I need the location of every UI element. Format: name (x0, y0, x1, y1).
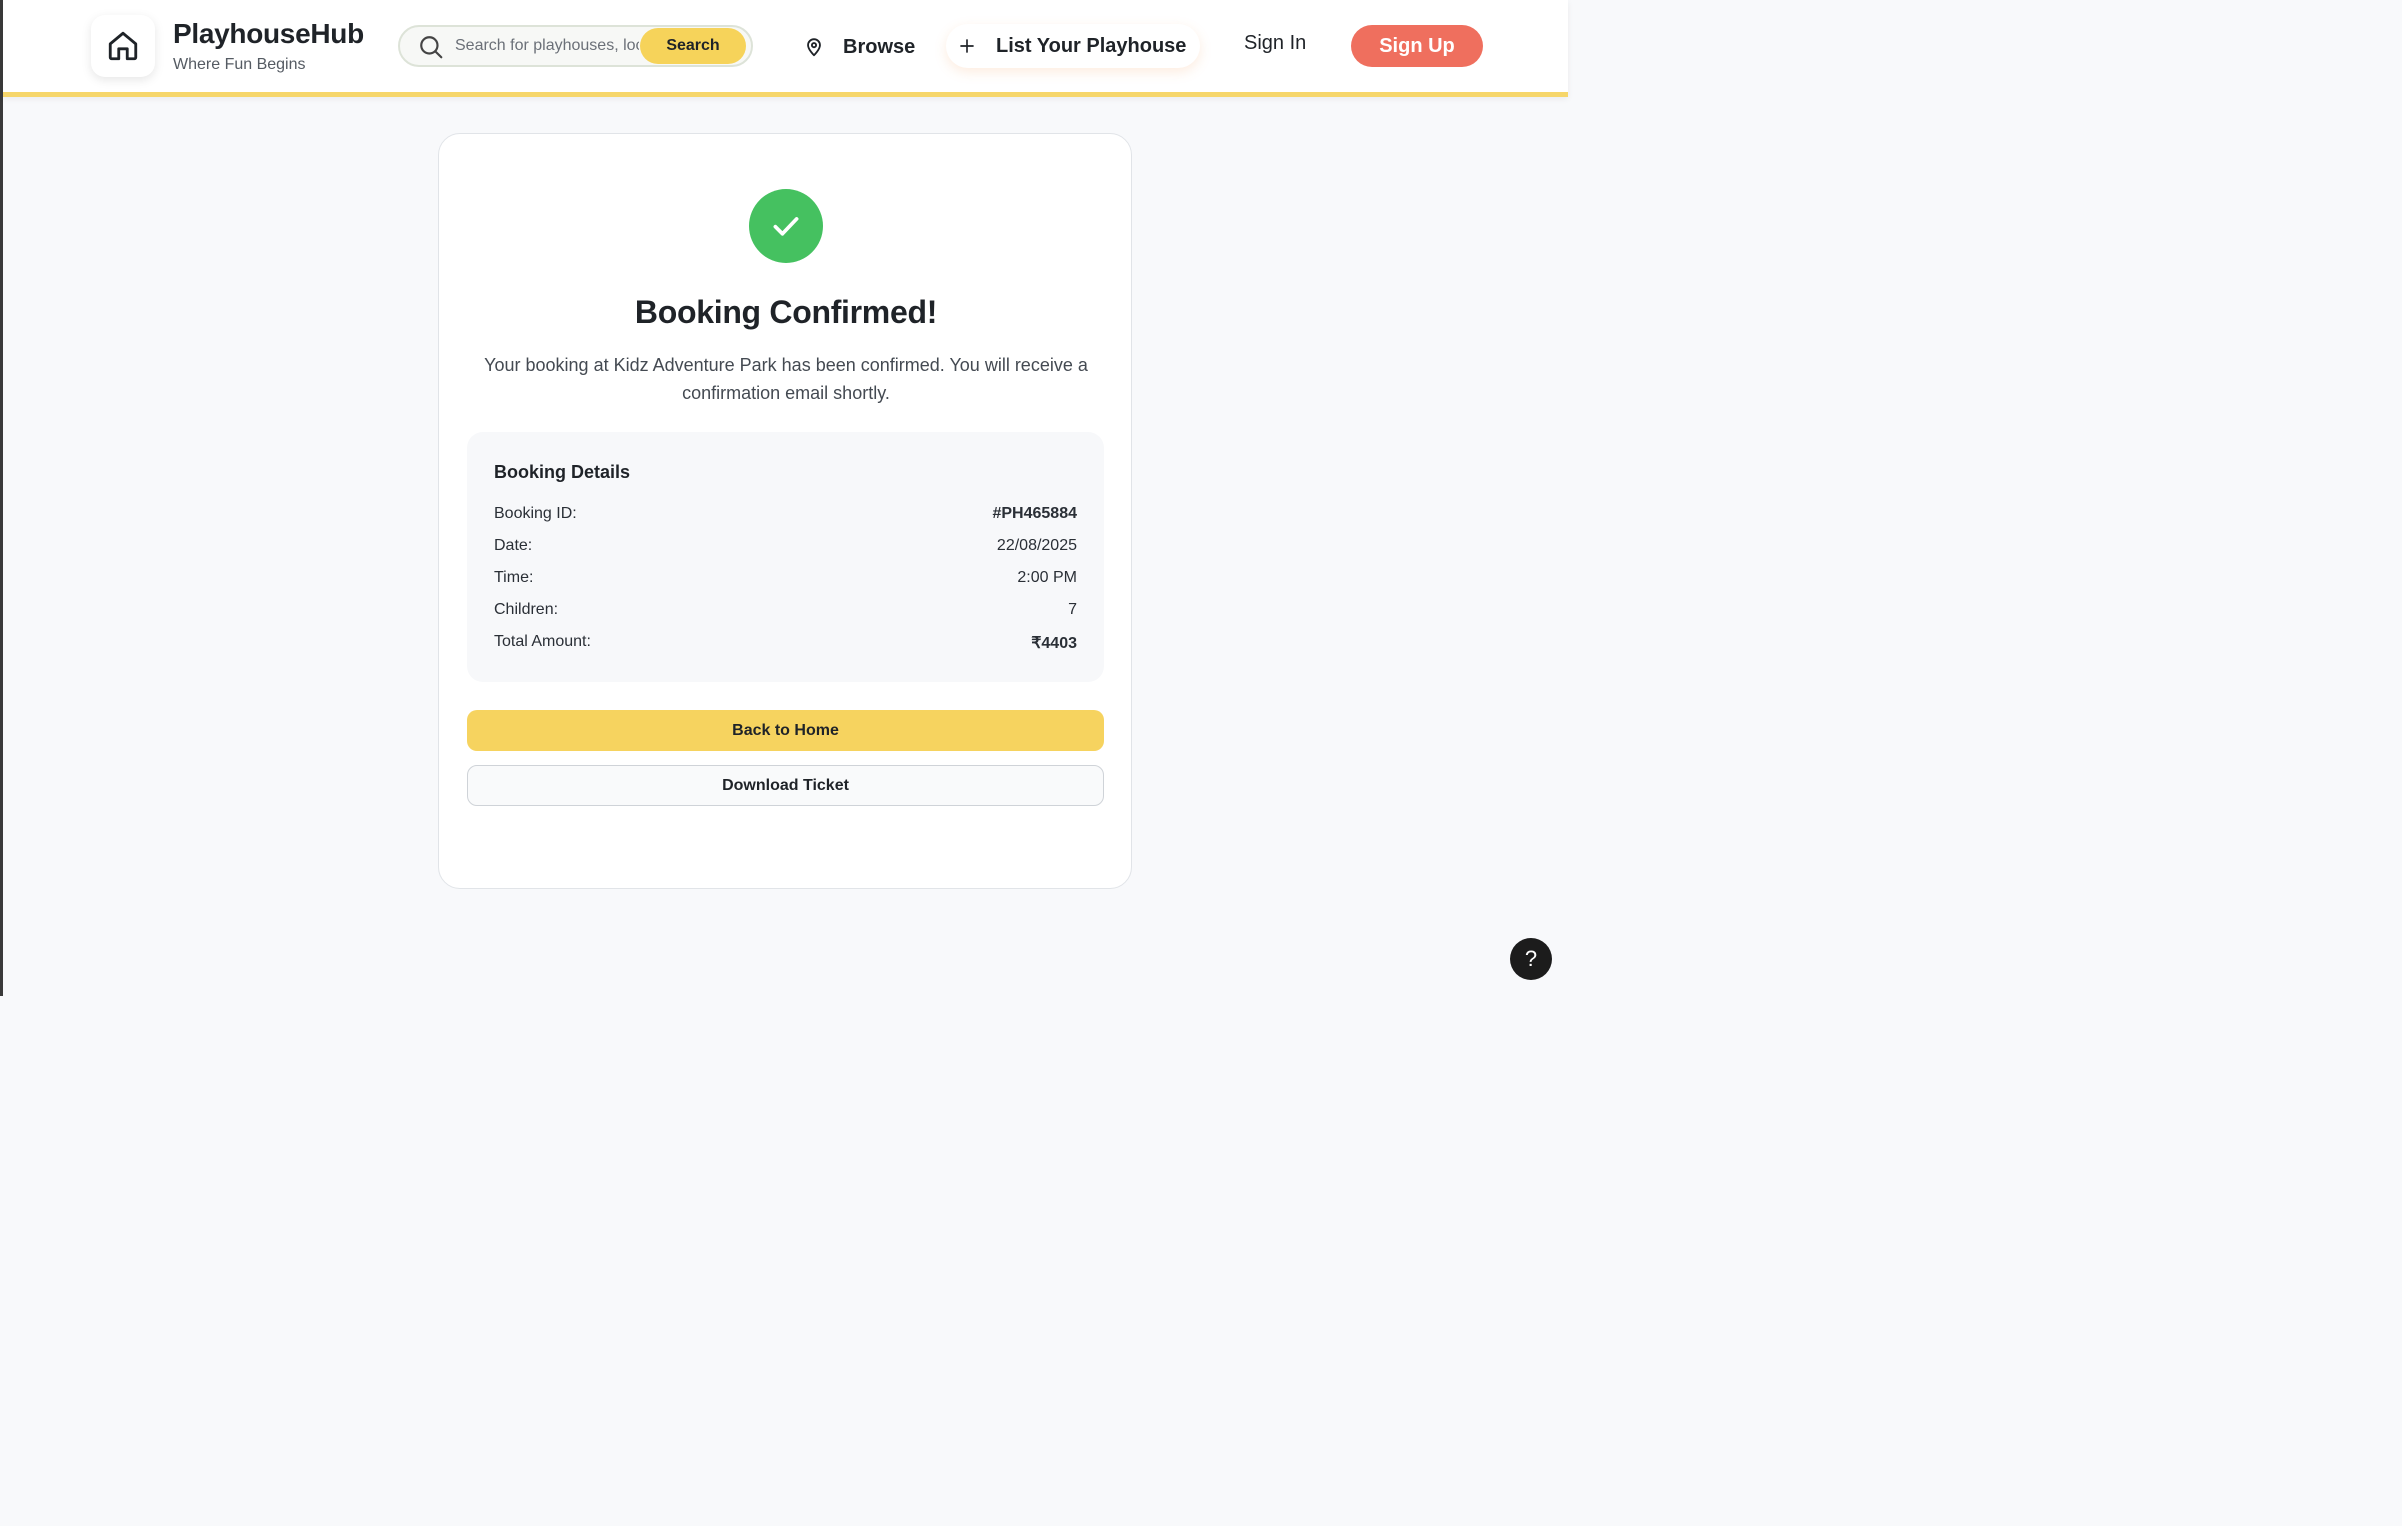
detail-value: 22/08/2025 (996, 537, 1077, 554)
window-edge (0, 0, 3, 996)
detail-label: Total Amount: (494, 633, 591, 650)
detail-value: ₹4403 (1031, 635, 1077, 652)
sign-in-link[interactable]: Sign In (1244, 32, 1306, 55)
map-pin-icon (807, 38, 821, 57)
download-ticket-button[interactable]: Download Ticket (467, 765, 1104, 806)
success-badge (749, 189, 823, 263)
nav-browse[interactable]: Browse (803, 30, 915, 64)
home-icon (108, 31, 138, 61)
confirmation-message: Your booking at Kidz Adventure Park has … (484, 355, 1088, 403)
brand-name[interactable]: PlayhouseHub (173, 18, 364, 50)
booking-details-title: Booking Details (494, 462, 631, 482)
booking-confirmation-card: Booking Confirmed! Your booking at Kidz … (438, 133, 1132, 889)
search-bar: Search (398, 25, 753, 67)
top-navbar: PlayhouseHub Where Fun Begins Search Bro… (3, 0, 1568, 97)
confirmation-title: Booking Confirmed! (634, 294, 938, 330)
detail-value: #PH465884 (992, 505, 1077, 522)
list-playhouse-button[interactable]: List Your Playhouse (946, 24, 1200, 68)
detail-value: 2:00 PM (1017, 569, 1077, 586)
search-input[interactable] (455, 33, 639, 59)
detail-row-children: Children: 7 (494, 601, 1077, 623)
back-to-home-button[interactable]: Back to Home (467, 710, 1104, 751)
nav-browse-label: Browse (843, 35, 916, 58)
search-button[interactable]: Search (640, 28, 746, 64)
booking-details-panel: Booking Details Booking ID: #PH465884 Da… (467, 432, 1104, 682)
detail-label: Time: (494, 569, 534, 586)
sign-up-button[interactable]: Sign Up (1351, 25, 1483, 67)
logo[interactable] (91, 15, 155, 77)
detail-label: Booking ID: (494, 505, 577, 522)
detail-row-time: Time: 2:00 PM (494, 569, 1077, 591)
plus-icon (960, 39, 974, 53)
search-icon (418, 34, 444, 65)
detail-value: 7 (1068, 601, 1077, 618)
help-button[interactable]: ? (1510, 938, 1552, 980)
brand-tagline: Where Fun Begins (173, 56, 306, 73)
detail-row-date: Date: 22/08/2025 (494, 537, 1077, 559)
detail-row-booking-id: Booking ID: #PH465884 (494, 505, 1077, 527)
list-playhouse-label: List Your Playhouse (996, 34, 1187, 57)
detail-label: Children: (494, 601, 559, 618)
check-icon (773, 217, 799, 236)
detail-row-total-amount: Total Amount: ₹4403 (494, 633, 1077, 655)
detail-label: Date: (494, 537, 533, 554)
